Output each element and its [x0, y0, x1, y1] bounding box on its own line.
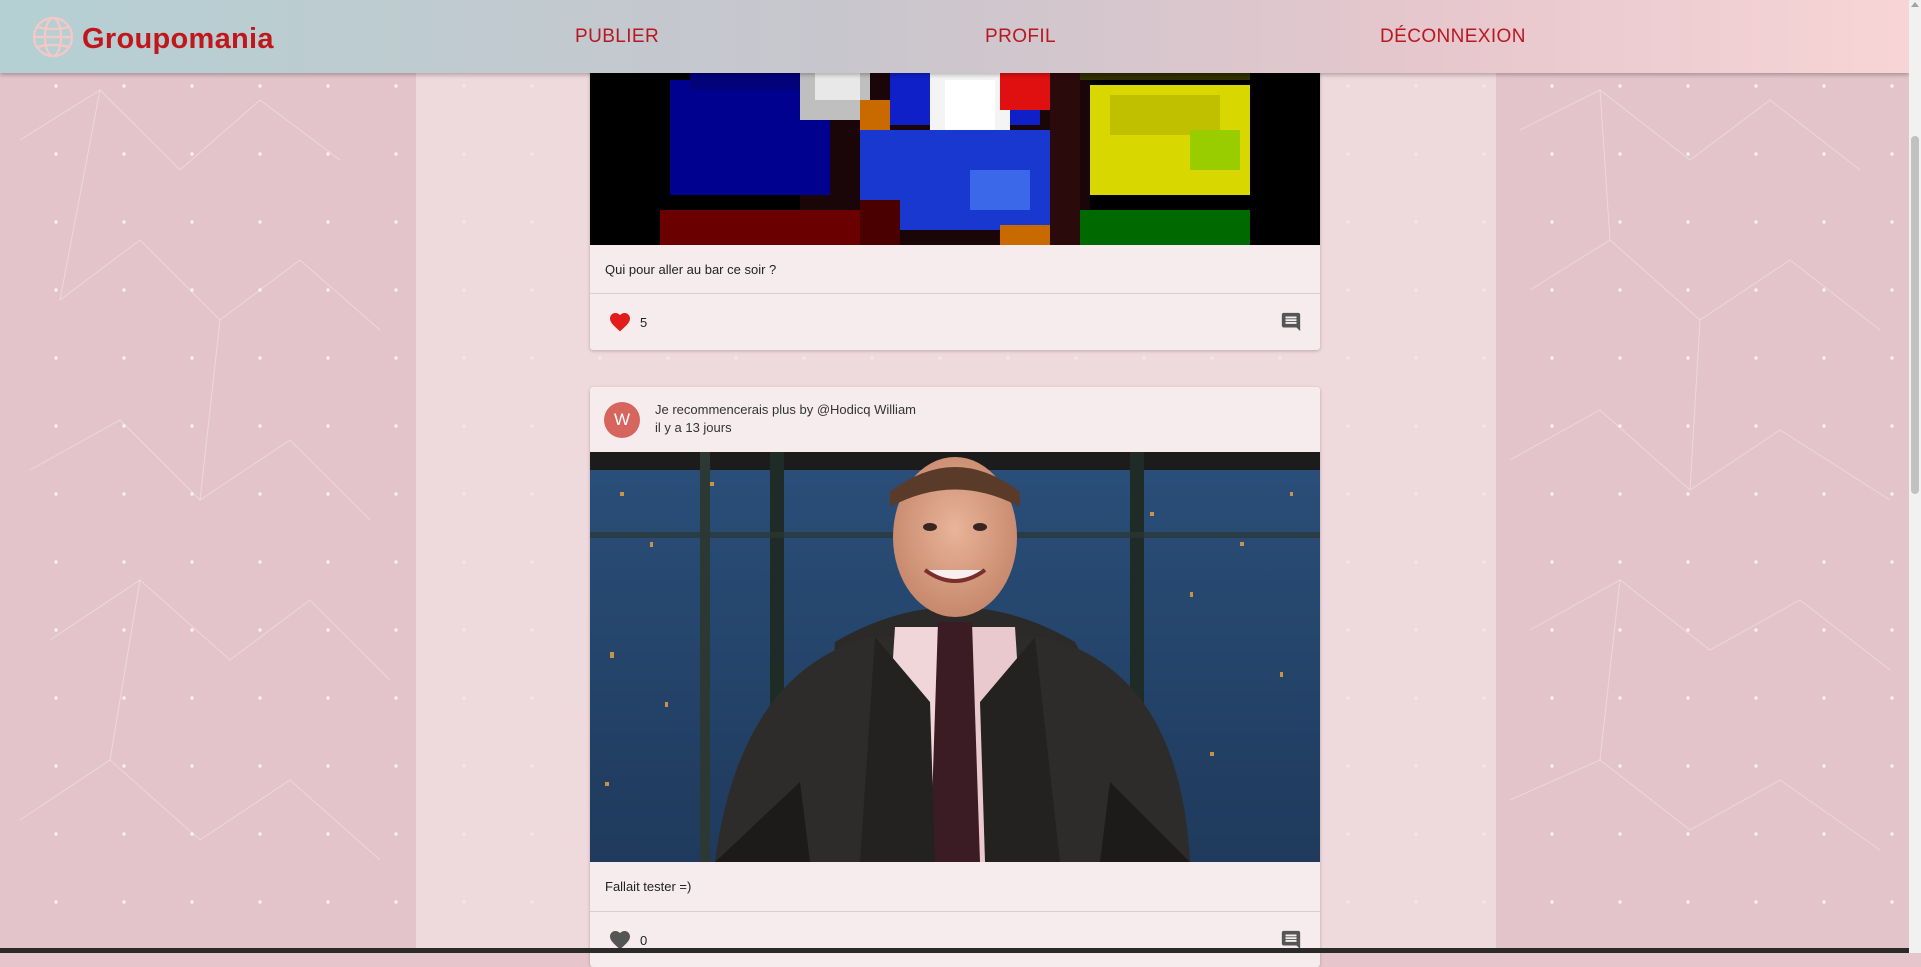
nav-deconnexion[interactable]: DÉCONNEXION	[1380, 26, 1526, 48]
post-card: W Je recommencerais plus by @Hodicq Will…	[590, 387, 1320, 967]
like-count: 0	[640, 933, 648, 948]
scroll-up-icon[interactable]	[1911, 2, 1919, 7]
heart-icon[interactable]	[608, 310, 632, 334]
window-bottom-edge	[0, 948, 1909, 953]
nav-publier[interactable]: PUBLIER	[575, 26, 659, 48]
like-count: 5	[640, 315, 648, 330]
post-title: Je recommencerais plus by @Hodicq Willia…	[655, 402, 916, 417]
post-timestamp: il y a 13 jours	[655, 420, 732, 435]
nav-profil[interactable]: PROFIL	[985, 26, 1056, 48]
post-image[interactable]	[590, 452, 1320, 862]
scrollbar-thumb[interactable]	[1911, 136, 1919, 494]
vertical-scrollbar[interactable]	[1909, 0, 1921, 953]
post-caption: Fallait tester =)	[605, 879, 692, 894]
post-actions: 5	[590, 302, 1320, 342]
post-caption: Qui pour aller au bar ce soir ?	[605, 262, 777, 277]
comment-icon[interactable]	[1280, 311, 1302, 333]
post-actions: 0	[590, 920, 1320, 960]
logo[interactable]: Groupomania	[31, 15, 274, 64]
globe-icon	[31, 15, 75, 64]
top-navbar: Groupomania PUBLIER PROFIL DÉCONNEXION	[0, 0, 1909, 73]
avatar[interactable]: W	[604, 402, 640, 438]
post-divider	[590, 293, 1320, 294]
app-name: Groupomania	[82, 23, 274, 55]
post-divider	[590, 911, 1320, 912]
